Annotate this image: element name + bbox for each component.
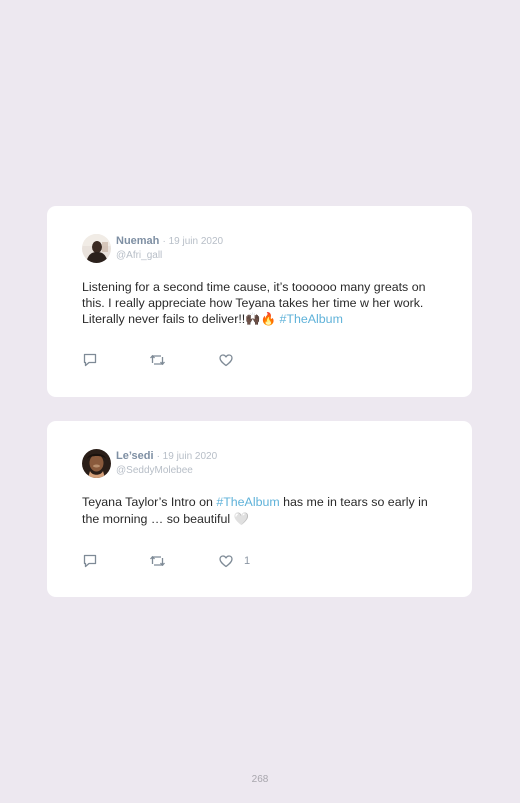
retweet-button[interactable] <box>149 351 166 369</box>
like-button[interactable]: 1 <box>218 552 250 570</box>
tweet-card[interactable]: Le’sedi · 19 juin 2020 @SeddyMolebee Tey… <box>47 421 472 597</box>
author-handle[interactable]: @Afri_gall <box>116 249 223 262</box>
author-name[interactable]: Le’sedi <box>116 450 154 462</box>
avatar[interactable] <box>82 234 111 263</box>
tweet-card[interactable]: Nuemah · 19 juin 2020 @Afri_gall Listeni… <box>47 206 472 397</box>
hashtag-link[interactable]: #TheAlbum <box>280 312 343 326</box>
like-button[interactable] <box>218 351 244 369</box>
tweet-date: · 19 juin 2020 <box>162 236 224 247</box>
author-handle[interactable]: @SeddyMolebee <box>116 464 217 477</box>
tweet-date: · 19 juin 2020 <box>156 451 218 462</box>
retweet-icon <box>149 352 166 368</box>
tweet-text: Teyana Taylor’s Intro on #TheAlbum has m… <box>82 495 442 527</box>
retweet-icon <box>149 553 166 569</box>
reply-icon <box>82 553 98 569</box>
retweet-button[interactable] <box>149 552 166 570</box>
page-number: 268 <box>251 774 269 785</box>
emoji: 🙌🏿🔥 <box>245 311 277 326</box>
like-icon <box>218 352 234 368</box>
reply-button[interactable] <box>82 351 98 369</box>
reply-button[interactable] <box>82 552 98 570</box>
tweet-text-body: Teyana Taylor’s Intro on <box>82 495 217 509</box>
reply-icon <box>82 352 98 368</box>
author-name[interactable]: Nuemah <box>116 235 159 247</box>
emoji: 🤍 <box>233 510 249 526</box>
tweet-text: Listening for a second time cause, it’s … <box>82 280 442 328</box>
hashtag-link[interactable]: #TheAlbum <box>216 495 279 509</box>
like-count: 1 <box>244 555 251 567</box>
avatar[interactable] <box>82 449 111 478</box>
like-icon <box>218 553 234 569</box>
